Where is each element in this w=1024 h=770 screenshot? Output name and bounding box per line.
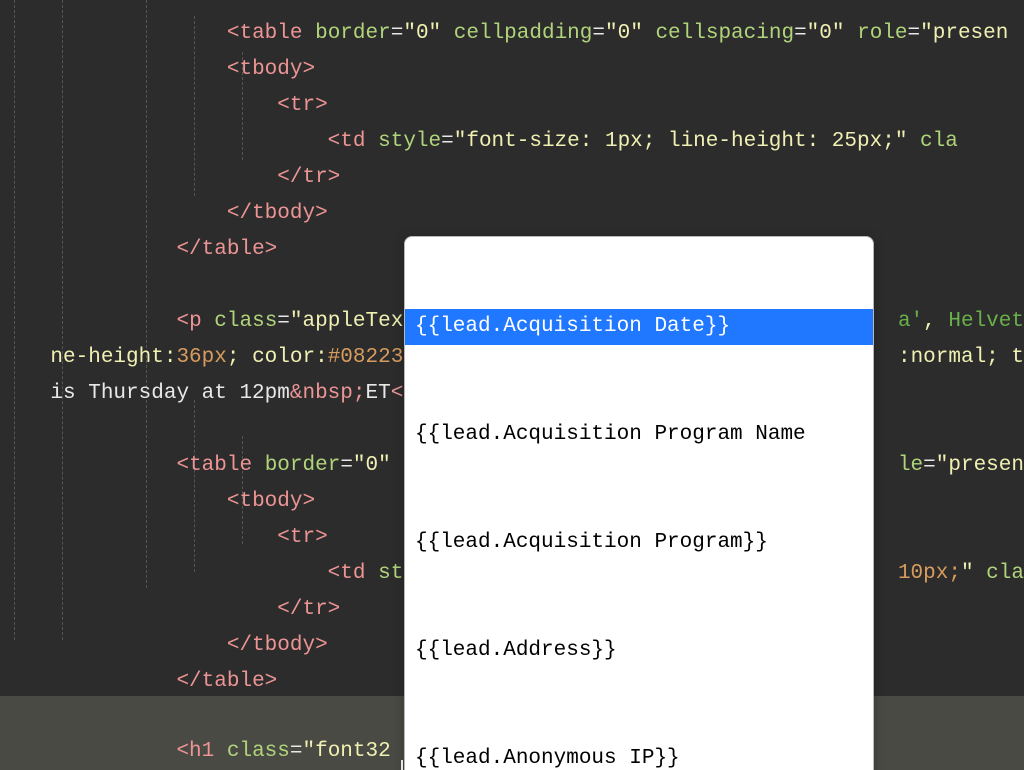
code-editor[interactable]: <table border="0" cellpadding="0" cellsp… [0,0,1024,770]
autocomplete-item[interactable]: {{lead.Acquisition Program}} [405,525,873,561]
autocomplete-popup[interactable]: {{lead.Acquisition Date}} {{lead.Acquisi… [404,236,874,770]
autocomplete-item[interactable]: {{lead.Anonymous IP}} [405,741,873,770]
autocomplete-item[interactable]: {{lead.Acquisition Program Name [405,417,873,453]
text-cursor [401,760,403,770]
autocomplete-item[interactable]: {{lead.Address}} [405,633,873,669]
autocomplete-item-selected[interactable]: {{lead.Acquisition Date}} [405,309,873,345]
code-line: </tr> [0,124,1024,160]
code-line: <tr> [0,52,1024,88]
code-line: </tbody> [0,160,1024,196]
code-line: <table border="0" cellpadding="0" cellsp… [0,0,1024,16]
code-line: <tbody> [0,16,1024,52]
code-line: </table> [0,196,1024,232]
code-line: <td style="font-size: 1px; line-height: … [0,88,1024,124]
